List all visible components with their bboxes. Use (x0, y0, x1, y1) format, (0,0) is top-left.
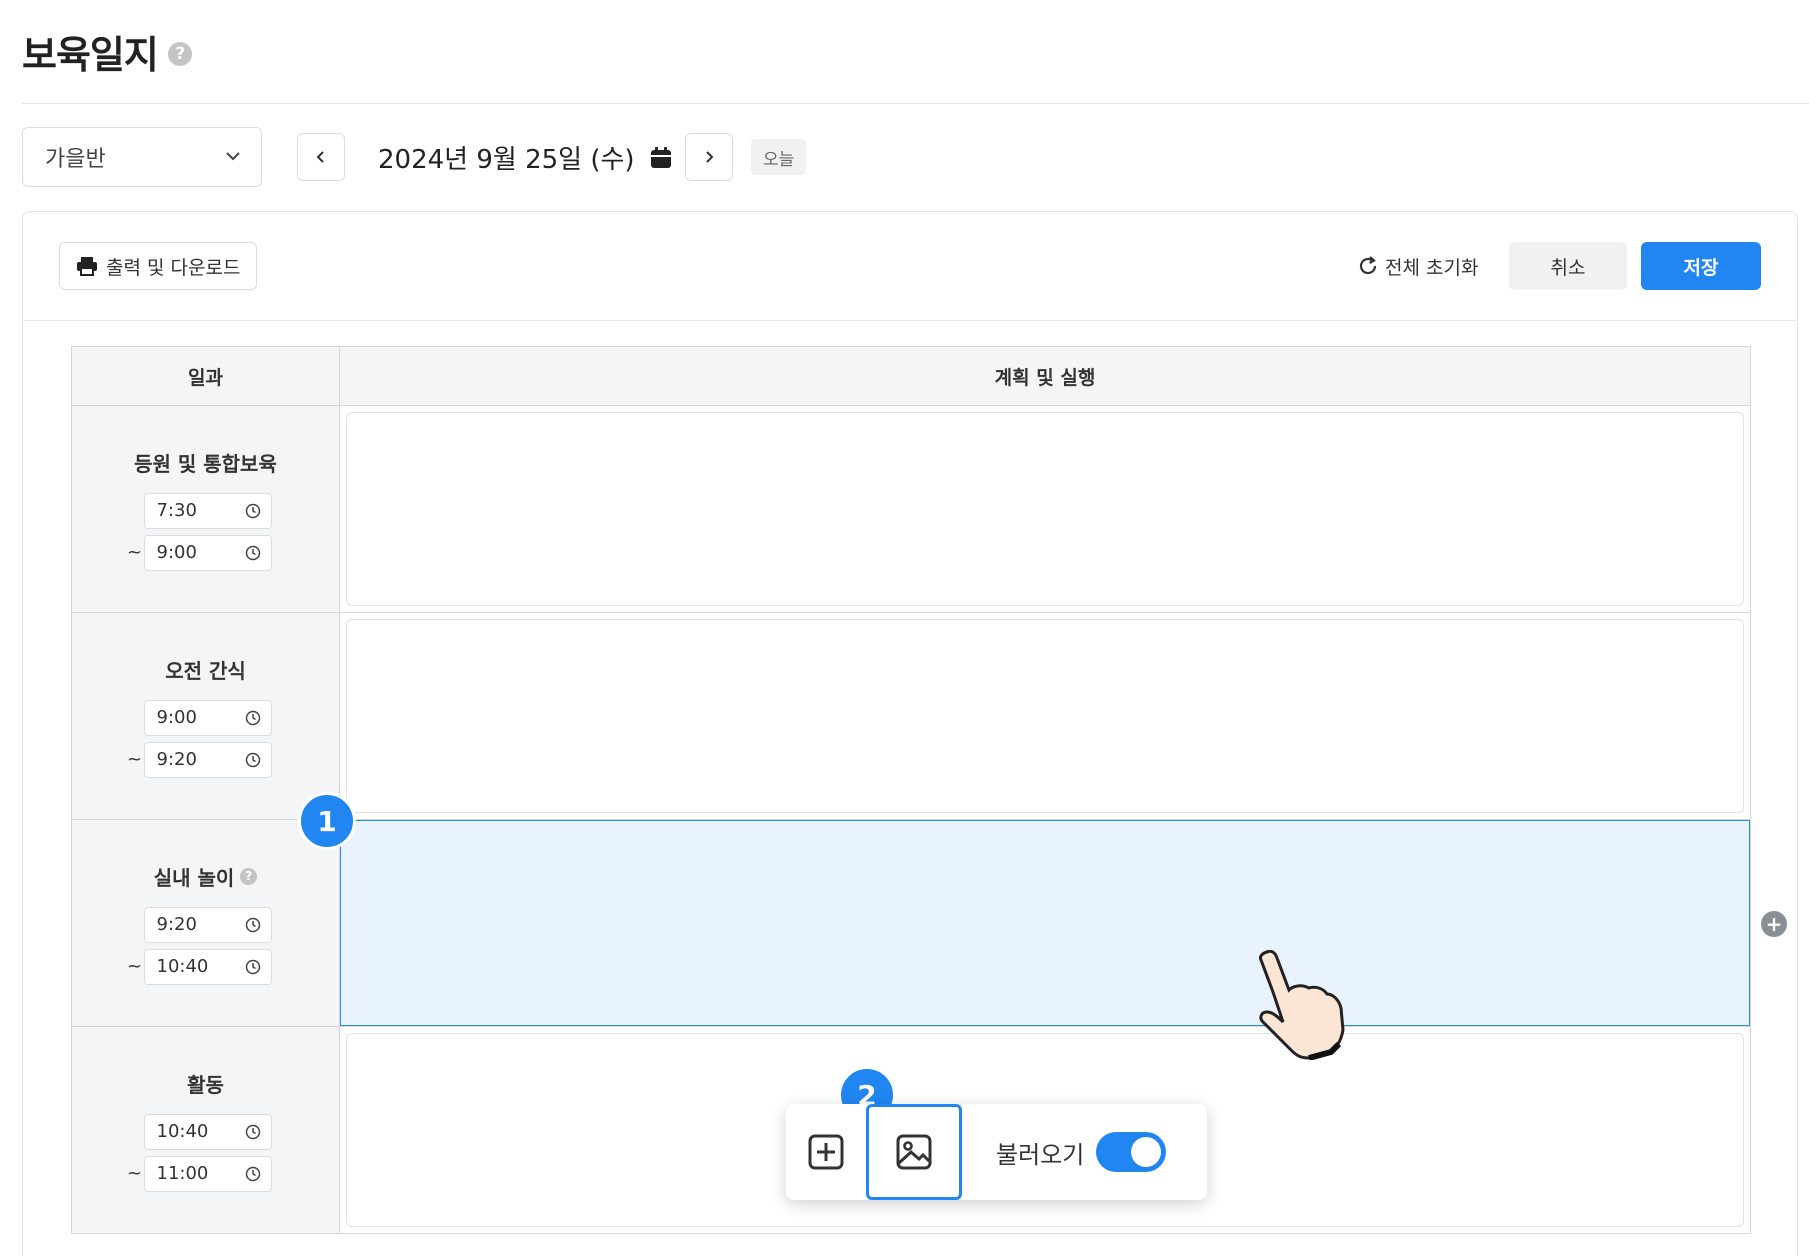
schedule-title: 활동 (187, 1069, 224, 1098)
prev-date-button[interactable] (297, 133, 345, 181)
end-time-value: 10:40 (156, 956, 209, 977)
schedule-title: 등원 및 통합보육 (134, 448, 277, 477)
plan-editor[interactable] (346, 412, 1744, 606)
journal-panel: 출력 및 다운로드 전체 초기화 취소 저장 일과 계획 및 실행 등원 및 통… (22, 211, 1798, 1256)
add-block-button[interactable] (786, 1104, 866, 1200)
step-badge-1: 1 (298, 792, 356, 850)
plan-editor[interactable] (346, 619, 1744, 813)
end-time-input[interactable]: 9:20 (143, 741, 272, 778)
floating-toolbar: 불러오기 (786, 1104, 1207, 1200)
cancel-button[interactable]: 취소 (1509, 242, 1627, 290)
start-time-line: 9:20 (126, 906, 272, 943)
toggle-knob (1131, 1137, 1162, 1167)
calendar-icon[interactable] (649, 146, 673, 170)
schedule-title-text: 오전 간식 (165, 658, 246, 683)
header-plan: 계획 및 실행 (994, 366, 1096, 389)
end-time-value: 9:20 (156, 749, 197, 770)
load-toggle-label: 불러오기 (996, 1140, 1085, 1169)
start-time-input[interactable]: 7:30 (143, 492, 272, 529)
plan-cell-selected[interactable] (340, 820, 1750, 1026)
class-select[interactable]: 가을반 (22, 127, 262, 187)
tilde-separator: ~ (126, 749, 143, 770)
end-time-line: ~ 9:20 (126, 741, 272, 778)
print-download-button[interactable]: 출력 및 다운로드 (59, 242, 258, 290)
end-time-input[interactable]: 11:00 (143, 1155, 272, 1192)
end-time-input[interactable]: 10:40 (143, 948, 272, 985)
clock-icon (245, 503, 260, 518)
start-time-value: 9:00 (156, 707, 197, 728)
table-row: 등원 및 통합보육 7:30 ~ 9:00 (71, 406, 1751, 613)
load-toggle[interactable] (1096, 1132, 1167, 1172)
table-header: 일과 계획 및 실행 (71, 346, 1751, 406)
start-time-value: 7:30 (156, 500, 197, 521)
reset-all-label: 전체 초기화 (1385, 256, 1479, 279)
today-button[interactable]: 오늘 (751, 139, 807, 175)
class-select-value: 가을반 (45, 147, 106, 172)
reset-all-button[interactable]: 전체 초기화 (1357, 242, 1478, 290)
printer-icon (77, 257, 97, 276)
end-time-value: 9:00 (156, 542, 197, 563)
plan-cell[interactable] (340, 406, 1750, 612)
start-time-value: 10:40 (156, 1121, 209, 1142)
help-icon[interactable]: ? (167, 41, 192, 66)
next-date-button[interactable] (685, 133, 733, 181)
plan-editor[interactable] (341, 821, 1749, 1025)
toolbar-divider (23, 320, 1797, 321)
clock-icon (245, 710, 260, 725)
print-download-label: 출력 및 다운로드 (106, 256, 241, 279)
help-icon[interactable]: ? (240, 867, 258, 885)
insert-image-button[interactable] (866, 1104, 962, 1200)
tilde-separator: ~ (126, 956, 143, 977)
header-divider (22, 103, 1809, 104)
start-time-input[interactable]: 9:00 (143, 699, 272, 736)
schedule-table: 일과 계획 및 실행 등원 및 통합보육 7:30 ~ 9:00 오전 간식 9… (71, 346, 1751, 1234)
table-row: 오전 간식 9:00 ~ 9:20 (71, 613, 1751, 820)
clock-icon (245, 959, 260, 974)
end-time-line: ~ 9:00 (126, 534, 272, 571)
image-icon (896, 1134, 932, 1170)
tilde-separator: ~ (126, 1163, 143, 1184)
schedule-cell: 실내 놀이 ? 9:20 ~ 10:40 (72, 820, 340, 1026)
page-title: 보육일지 ? (22, 24, 192, 79)
header-schedule: 일과 (72, 347, 340, 405)
schedule-title-text: 등원 및 통합보육 (134, 451, 277, 476)
schedule-title: 오전 간식 (165, 655, 246, 684)
start-time-line: 9:00 (126, 699, 272, 736)
clock-icon (245, 1124, 260, 1139)
start-time-value: 9:20 (156, 914, 197, 935)
chevron-down-icon (226, 152, 240, 161)
plus-square-icon (808, 1134, 844, 1170)
date-display[interactable]: 2024년 9월 25일 (수) (378, 139, 673, 176)
start-time-line: 7:30 (126, 492, 272, 529)
pointer-hand-icon (1259, 950, 1345, 1060)
schedule-cell: 등원 및 통합보육 7:30 ~ 9:00 (72, 406, 340, 612)
clock-icon (245, 1166, 260, 1181)
schedule-title-text: 실내 놀이 (153, 865, 235, 890)
clock-icon (245, 752, 260, 767)
date-text: 2024년 9월 25일 (수) (378, 145, 635, 175)
end-time-line: ~ 10:40 (126, 948, 272, 985)
chevron-left-icon (316, 151, 324, 163)
end-time-input[interactable]: 9:00 (143, 534, 272, 571)
table-row-selected: 실내 놀이 ? 9:20 ~ 10:40 (71, 820, 1751, 1027)
start-time-line: 10:40 (126, 1113, 272, 1150)
end-time-value: 11:00 (156, 1163, 209, 1184)
refresh-icon (1359, 256, 1377, 275)
schedule-cell: 오전 간식 9:00 ~ 9:20 (72, 613, 340, 819)
add-row-icon[interactable]: + (1761, 911, 1787, 937)
start-time-input[interactable]: 10:40 (143, 1113, 272, 1150)
schedule-cell: 활동 10:40 ~ 11:00 (72, 1027, 340, 1233)
chevron-right-icon (706, 151, 714, 163)
tilde-separator: ~ (126, 542, 143, 563)
plan-cell[interactable] (340, 613, 1750, 819)
schedule-title: 실내 놀이 ? (154, 862, 258, 891)
schedule-title-text: 활동 (187, 1072, 224, 1097)
end-time-line: ~ 11:00 (126, 1155, 272, 1192)
clock-icon (245, 545, 260, 560)
clock-icon (245, 917, 260, 932)
start-time-input[interactable]: 9:20 (143, 906, 272, 943)
save-button[interactable]: 저장 (1641, 242, 1761, 290)
page-title-text: 보육일지 (22, 33, 159, 77)
